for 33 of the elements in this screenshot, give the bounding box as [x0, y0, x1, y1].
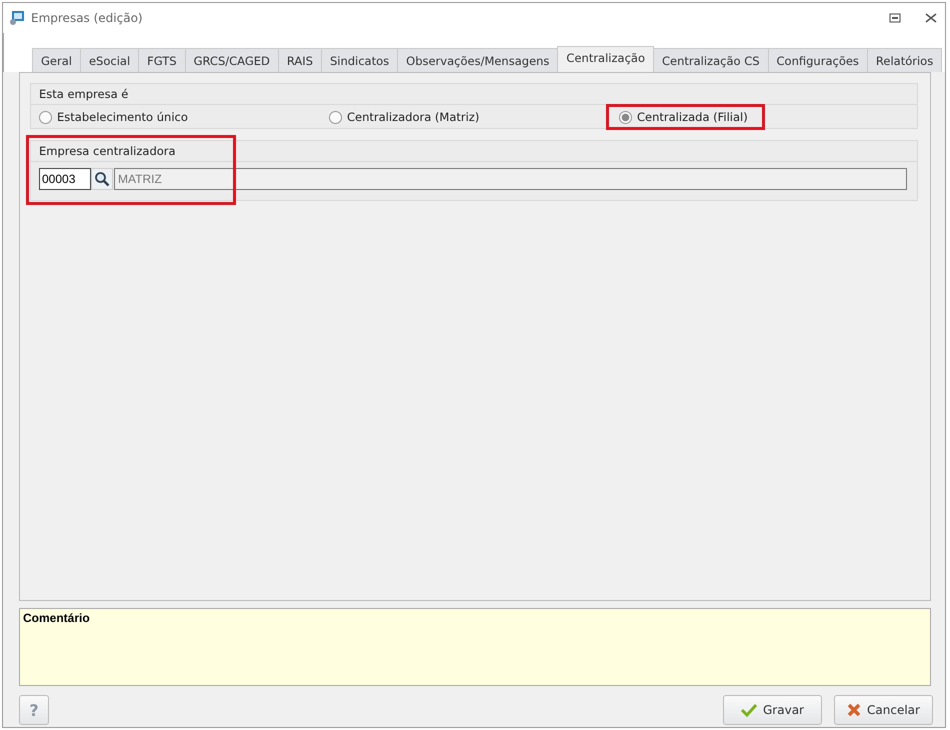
radio-button[interactable] — [39, 110, 52, 124]
tab[interactable]: Geral — [32, 48, 81, 72]
search-icon — [94, 171, 110, 187]
save-button[interactable]: Gravar — [723, 695, 822, 725]
code-field[interactable]: 00003 — [39, 168, 91, 190]
radio-button[interactable] — [619, 110, 632, 124]
radio-label[interactable]: Centralizadora (Matriz) — [347, 110, 480, 124]
computer-icon — [9, 10, 25, 26]
check-icon — [741, 703, 757, 717]
name-field[interactable]: MATRIZ — [114, 168, 907, 190]
tab[interactable]: eSocial — [80, 48, 140, 72]
comment-label: Comentário — [23, 611, 90, 625]
tab[interactable]: Centralização — [557, 46, 654, 72]
search-button[interactable] — [91, 168, 113, 190]
x-icon — [847, 703, 862, 717]
tab[interactable]: Sindicatos — [320, 48, 398, 72]
tab[interactable]: GRCS/CAGED — [184, 48, 279, 72]
cancel-button[interactable]: Cancelar — [834, 695, 933, 725]
comment-field[interactable]: Comentário — [19, 608, 931, 686]
restore-icon[interactable] — [889, 13, 901, 23]
tab[interactable]: FGTS — [138, 48, 186, 72]
tab[interactable]: Observações/Mensagens — [397, 48, 558, 72]
radio-button[interactable] — [329, 110, 342, 124]
group-label: Esta empresa é — [39, 87, 128, 101]
tab[interactable]: Configurações — [768, 48, 868, 72]
tab[interactable]: Relatórios — [866, 48, 942, 72]
radio-label[interactable]: Centralizada (Filial) — [637, 110, 748, 124]
tab[interactable]: RAIS — [278, 48, 322, 72]
close-icon[interactable] — [925, 13, 937, 23]
window-title: Empresas (edição) — [31, 11, 143, 25]
tab[interactable]: Centralização CS — [652, 48, 769, 72]
radio-label[interactable]: Estabelecimento único — [57, 110, 188, 124]
group-label: Empresa centralizadora — [39, 144, 176, 158]
